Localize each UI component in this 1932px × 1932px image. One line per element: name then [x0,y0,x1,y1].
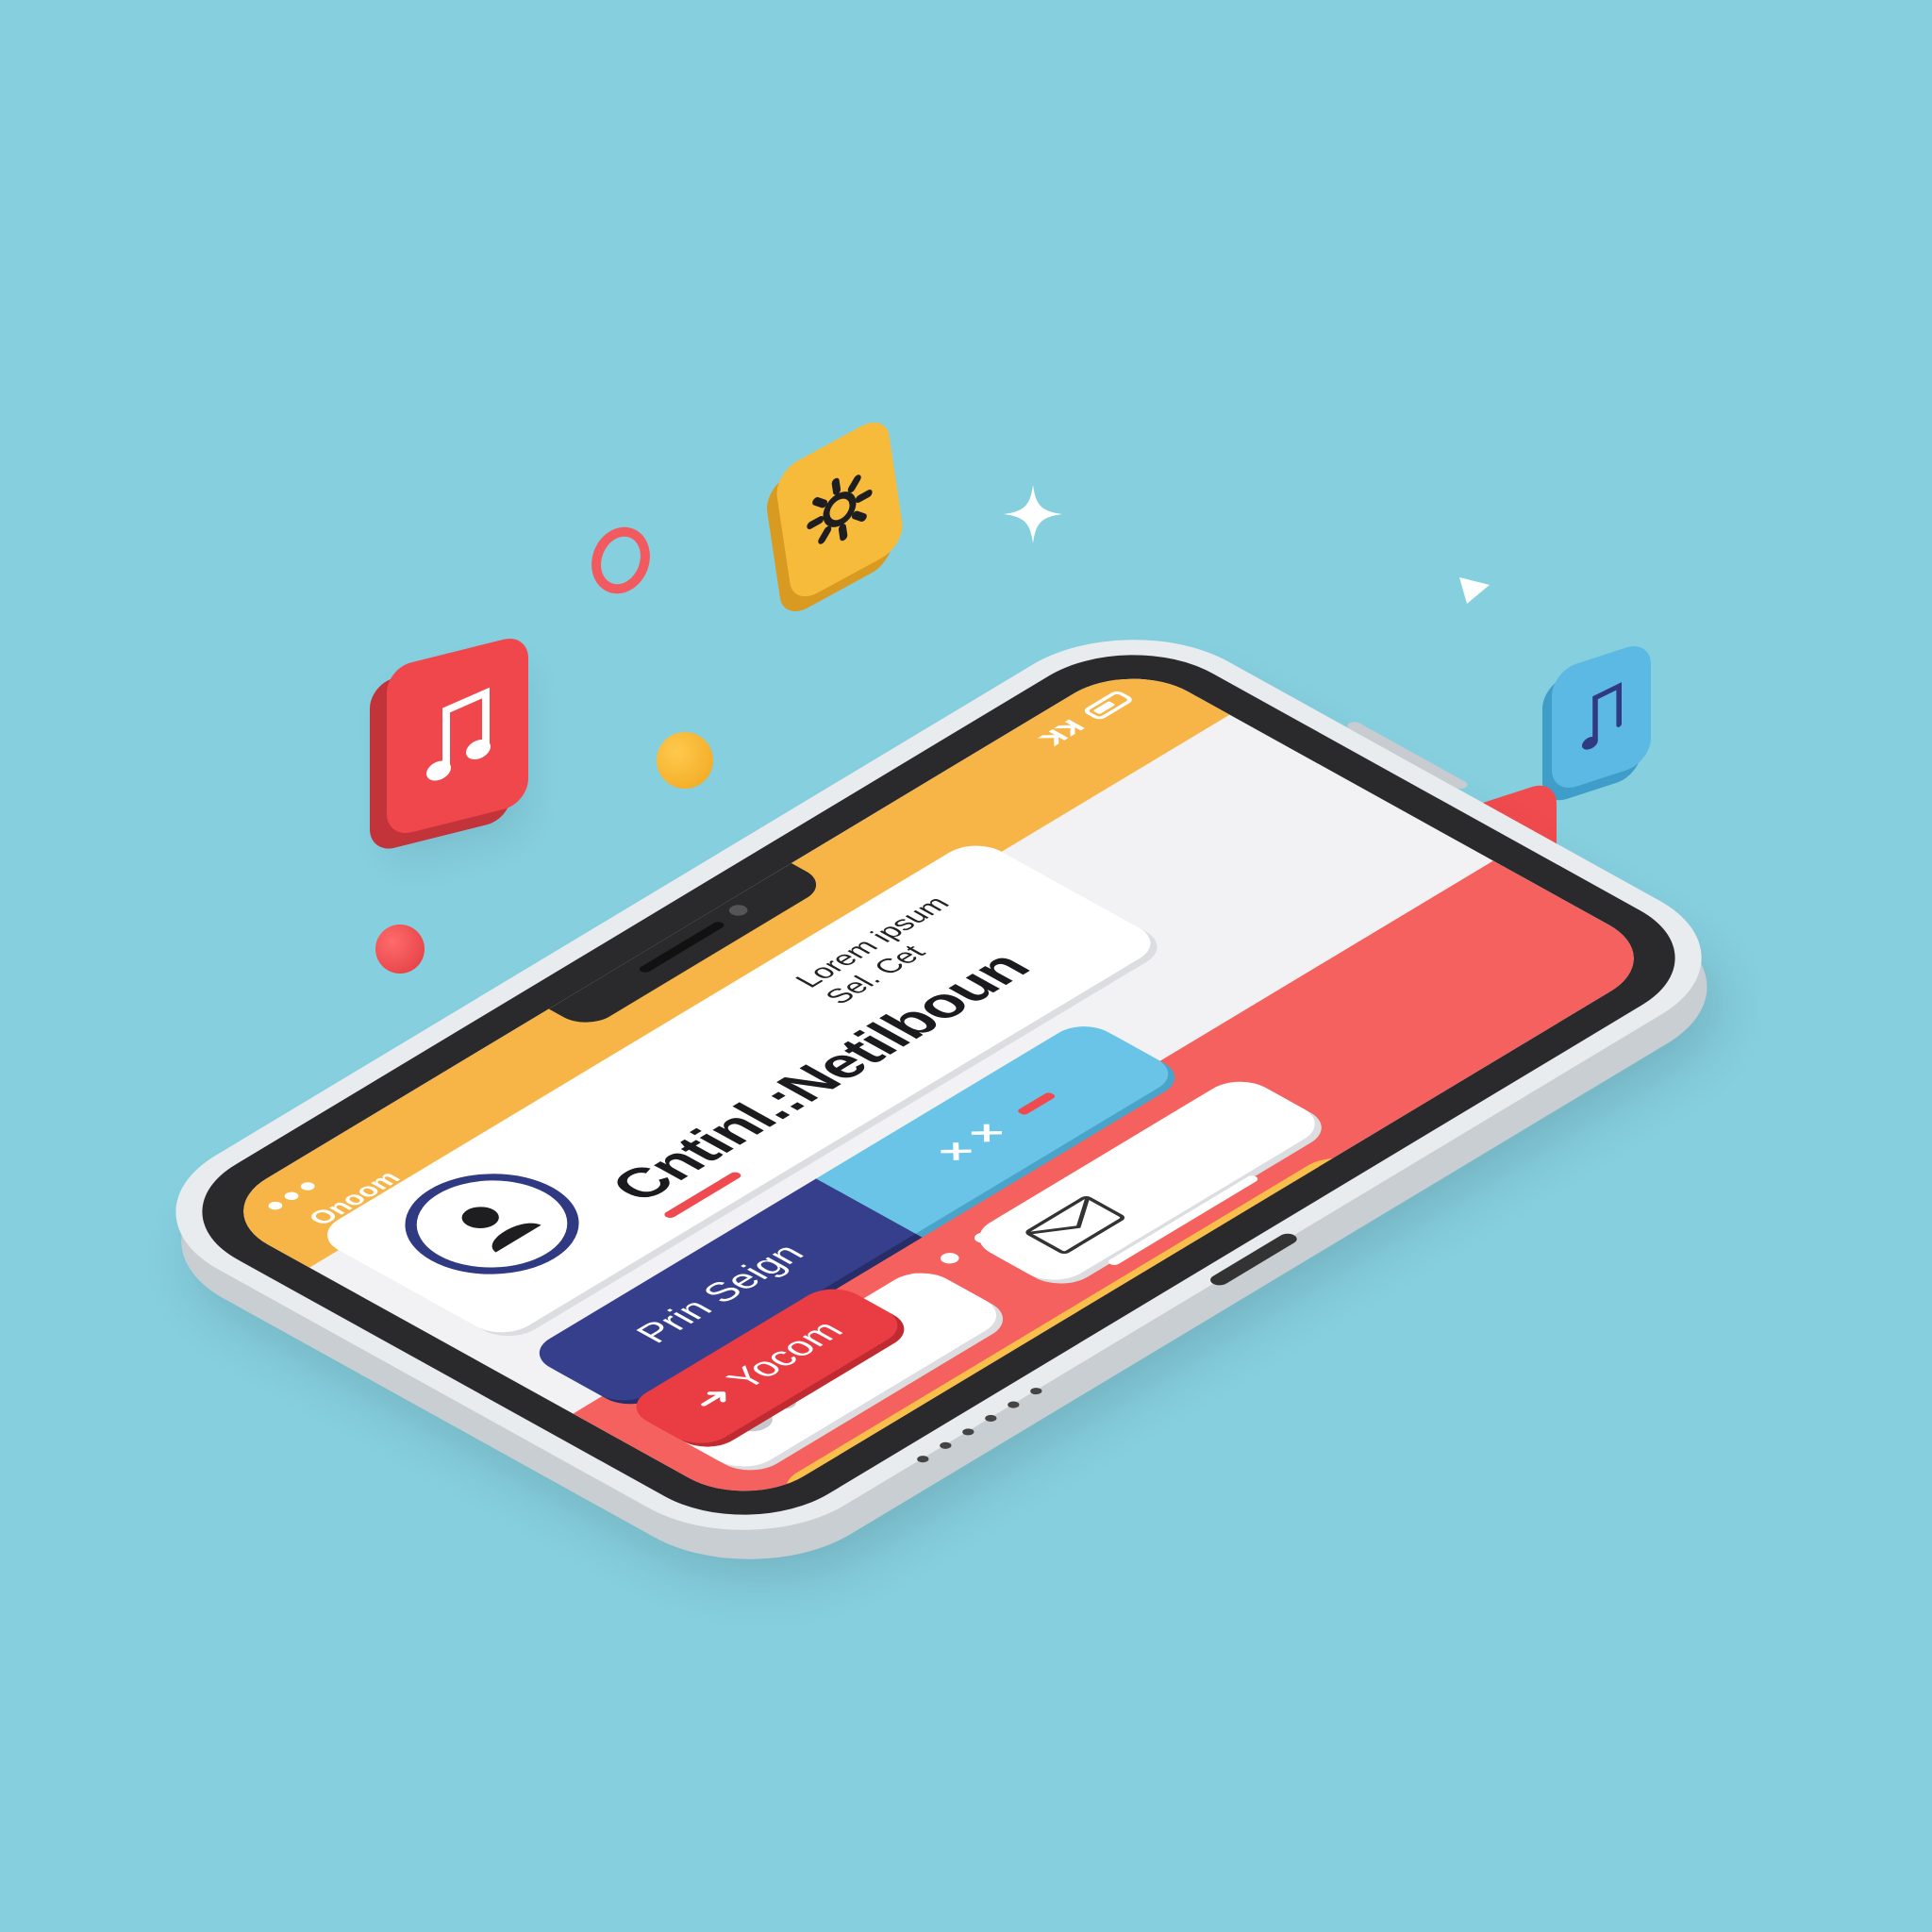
triangle-icon [1459,577,1490,604]
floating-ring [581,518,660,603]
floating-ball-orange [657,732,713,789]
mail-icon [1025,1196,1125,1255]
user-icon [461,1207,541,1253]
front-camera [724,902,752,918]
floating-music-tile-blue [1552,639,1651,795]
floating-gear-tile [774,412,906,607]
chip-right-label: Srsiiv [1288,1335,1375,1387]
sparkle-icon [1004,485,1062,543]
chip-left-label: Suiiow [1009,1495,1109,1510]
floating-ball-red [375,924,425,974]
music-note-icon [1581,682,1622,750]
chevrons-icon: » » [1242,1383,1294,1413]
action-glyphs: × × [924,1115,1018,1170]
arrow-icon: ➜ [681,1380,745,1417]
floating-music-tile [387,633,528,839]
action-mark [1016,1091,1058,1116]
phone-device: ꓘꓘ Onoom Lorem ipsum Sel. Cet Cntinl.:Ne… [118,607,1759,1563]
gear-icon [807,475,873,544]
music-note-icon [426,687,491,781]
